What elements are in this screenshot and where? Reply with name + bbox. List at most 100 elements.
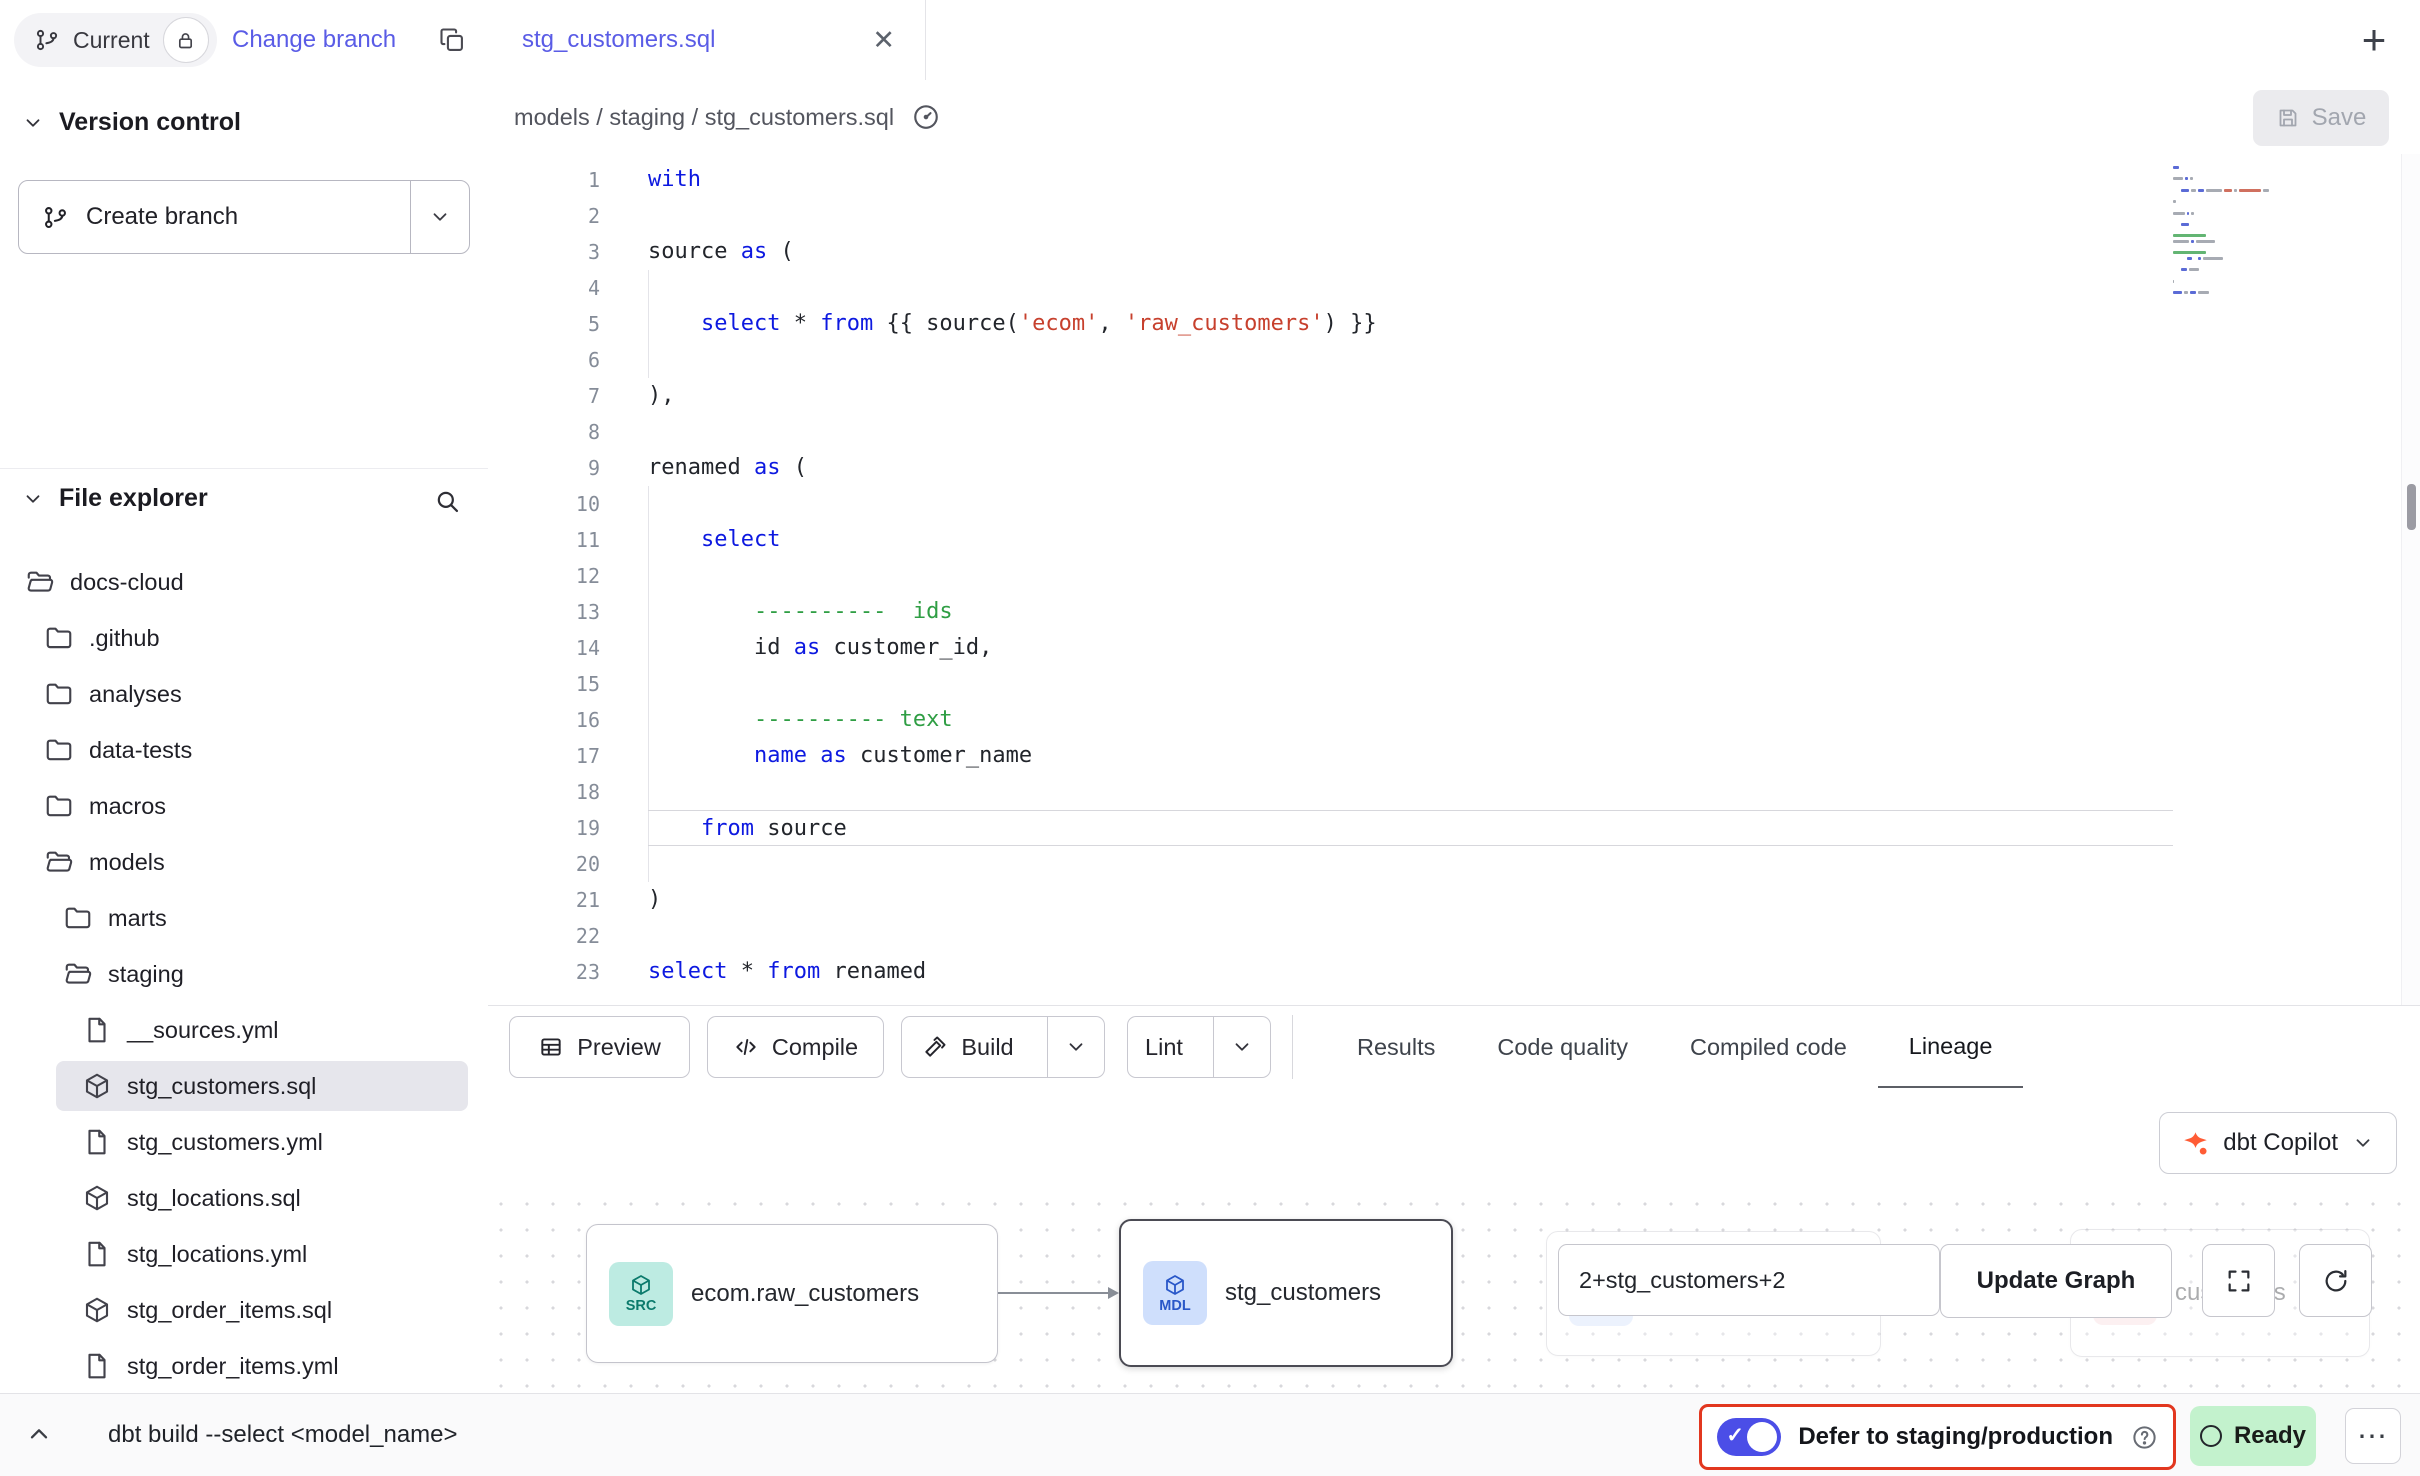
create-branch-button[interactable]: Create branch bbox=[18, 180, 470, 254]
badge-label: SRC bbox=[626, 1298, 657, 1314]
header-bar: Current Change branch stg_customers.sql … bbox=[0, 0, 2420, 81]
file-item-staging[interactable]: staging bbox=[0, 946, 488, 1002]
code-line-8[interactable] bbox=[648, 414, 2420, 450]
file-item-macros[interactable]: macros bbox=[0, 778, 488, 834]
collapse-chevron-up-icon[interactable] bbox=[24, 1420, 54, 1450]
code-line-11[interactable]: select bbox=[648, 522, 2420, 558]
copy-icon[interactable] bbox=[434, 22, 470, 58]
code-line-2[interactable] bbox=[648, 198, 2420, 234]
preview-button[interactable]: Preview bbox=[509, 1016, 690, 1078]
cube-icon bbox=[1163, 1273, 1187, 1297]
file-item-__sources.yml[interactable]: __sources.yml bbox=[0, 1002, 488, 1058]
code-line-12[interactable] bbox=[648, 558, 2420, 594]
search-icon[interactable] bbox=[432, 486, 462, 516]
git-branch-icon bbox=[42, 204, 69, 231]
code-line-20[interactable] bbox=[648, 846, 2420, 882]
file-item-stg_locations.yml[interactable]: stg_locations.yml bbox=[0, 1226, 488, 1282]
tab-compiled-code[interactable]: Compiled code bbox=[1659, 1006, 1878, 1089]
folder-icon bbox=[44, 679, 74, 709]
dbt-copilot-button[interactable]: dbt Copilot bbox=[2159, 1112, 2397, 1174]
file-explorer-header[interactable]: File explorer bbox=[22, 484, 208, 513]
lint-dropdown[interactable] bbox=[1213, 1017, 1270, 1077]
git-branch-icon bbox=[34, 27, 60, 53]
refresh-button[interactable] bbox=[2299, 1244, 2372, 1317]
code-line-3[interactable]: source as ( bbox=[648, 234, 2420, 270]
tab-code-quality[interactable]: Code quality bbox=[1466, 1006, 1659, 1089]
code-editor[interactable]: 1234567891011121314151617181920212223 wi… bbox=[488, 154, 2420, 1005]
code-line-21[interactable]: ) bbox=[648, 882, 2420, 918]
lineage-node-source[interactable]: SRC ecom.raw_customers bbox=[586, 1224, 998, 1363]
file-item-stg_locations.sql[interactable]: stg_locations.sql bbox=[0, 1170, 488, 1226]
version-control-header[interactable]: Version control bbox=[22, 108, 241, 137]
build-dropdown[interactable] bbox=[1047, 1017, 1104, 1077]
defer-toggle[interactable]: ✓ bbox=[1717, 1418, 1781, 1456]
line-number: 12 bbox=[488, 558, 600, 594]
tab-close-icon[interactable]: ✕ bbox=[872, 25, 895, 56]
file-item-.github[interactable]: .github bbox=[0, 610, 488, 666]
defer-label: Defer to staging/production bbox=[1798, 1423, 2113, 1451]
more-options-button[interactable]: ⋯ bbox=[2345, 1408, 2401, 1464]
file-item-stg_order_items.yml[interactable]: stg_order_items.yml bbox=[0, 1338, 488, 1394]
code-line-22[interactable] bbox=[648, 918, 2420, 954]
compile-button[interactable]: Compile bbox=[707, 1016, 884, 1078]
file-item-docs-cloud[interactable]: docs-cloud bbox=[0, 554, 488, 610]
code-line-5[interactable]: select * from {{ source('ecom', 'raw_cus… bbox=[648, 306, 2420, 342]
editor-scrollbar[interactable] bbox=[2401, 154, 2420, 1005]
lineage-node-model[interactable]: MDL stg_customers bbox=[1119, 1219, 1453, 1367]
lint-button[interactable]: Lint bbox=[1127, 1016, 1271, 1078]
line-number: 5 bbox=[488, 306, 600, 342]
line-number: 9 bbox=[488, 450, 600, 486]
code-line-18[interactable] bbox=[648, 774, 2420, 810]
code-line-9[interactable]: renamed as ( bbox=[648, 450, 2420, 486]
code-line-14[interactable]: id as customer_id, bbox=[648, 630, 2420, 666]
help-icon[interactable] bbox=[2130, 1423, 2158, 1451]
tab-results[interactable]: Results bbox=[1326, 1006, 1466, 1089]
save-button[interactable]: Save bbox=[2253, 90, 2389, 146]
code-line-23[interactable]: select * from renamed bbox=[648, 954, 2420, 990]
lineage-selector-input[interactable] bbox=[1558, 1244, 1940, 1316]
new-tab-button[interactable]: + bbox=[2350, 16, 2398, 64]
tab-lineage[interactable]: Lineage bbox=[1878, 1006, 2024, 1089]
file-item-label: stg_order_items.yml bbox=[127, 1353, 339, 1380]
lint-button-main[interactable]: Lint bbox=[1128, 1034, 1200, 1061]
line-number: 2 bbox=[488, 198, 600, 234]
code-line-1[interactable]: with bbox=[648, 162, 2420, 198]
folder-open-icon bbox=[44, 847, 74, 877]
build-button-main[interactable]: Build bbox=[902, 1034, 1034, 1061]
code-line-10[interactable] bbox=[648, 486, 2420, 522]
ready-label: Ready bbox=[2234, 1422, 2306, 1450]
current-branch-pill[interactable]: Current bbox=[14, 13, 217, 67]
code-line-6[interactable] bbox=[648, 342, 2420, 378]
code-line-17[interactable]: name as customer_name bbox=[648, 738, 2420, 774]
code-line-4[interactable] bbox=[648, 270, 2420, 306]
editor-tab[interactable]: stg_customers.sql ✕ bbox=[488, 0, 926, 80]
fullscreen-button[interactable] bbox=[2202, 1244, 2275, 1317]
code-line-16[interactable]: ---------- text bbox=[648, 702, 2420, 738]
scrollbar-thumb[interactable] bbox=[2407, 484, 2416, 530]
lineage-canvas[interactable]: MDL customers SEM customers SRC ecom.raw… bbox=[488, 1191, 2420, 1394]
editor-tab-title: stg_customers.sql bbox=[522, 26, 872, 54]
code-line-19[interactable]: from source bbox=[648, 810, 2173, 846]
code-line-13[interactable]: ---------- ids bbox=[648, 594, 2420, 630]
editor-code[interactable]: with source as ( select * from {{ source(… bbox=[600, 162, 2420, 990]
file-item-stg_order_items.sql[interactable]: stg_order_items.sql bbox=[0, 1282, 488, 1338]
node-label: ecom.raw_customers bbox=[691, 1280, 919, 1308]
code-line-7[interactable]: ), bbox=[648, 378, 2420, 414]
badge-label: MDL bbox=[1159, 1298, 1190, 1314]
file-item-stg_customers.yml[interactable]: stg_customers.yml bbox=[0, 1114, 488, 1170]
line-number: 10 bbox=[488, 486, 600, 522]
gauge-icon[interactable] bbox=[910, 101, 942, 133]
code-line-15[interactable] bbox=[648, 666, 2420, 702]
change-branch-link[interactable]: Change branch bbox=[232, 0, 396, 80]
file-icon bbox=[82, 1015, 112, 1045]
file-item-marts[interactable]: marts bbox=[0, 890, 488, 946]
build-button[interactable]: Build bbox=[901, 1016, 1105, 1078]
file-item-analyses[interactable]: analyses bbox=[0, 666, 488, 722]
file-item-stg_customers.sql[interactable]: stg_customers.sql bbox=[0, 1058, 488, 1114]
create-branch-dropdown[interactable] bbox=[410, 181, 469, 253]
file-item-models[interactable]: models bbox=[0, 834, 488, 890]
update-graph-button[interactable]: Update Graph bbox=[1940, 1244, 2172, 1318]
minimap[interactable] bbox=[2173, 166, 2305, 297]
file-item-data-tests[interactable]: data-tests bbox=[0, 722, 488, 778]
file-item-label: macros bbox=[89, 793, 166, 820]
